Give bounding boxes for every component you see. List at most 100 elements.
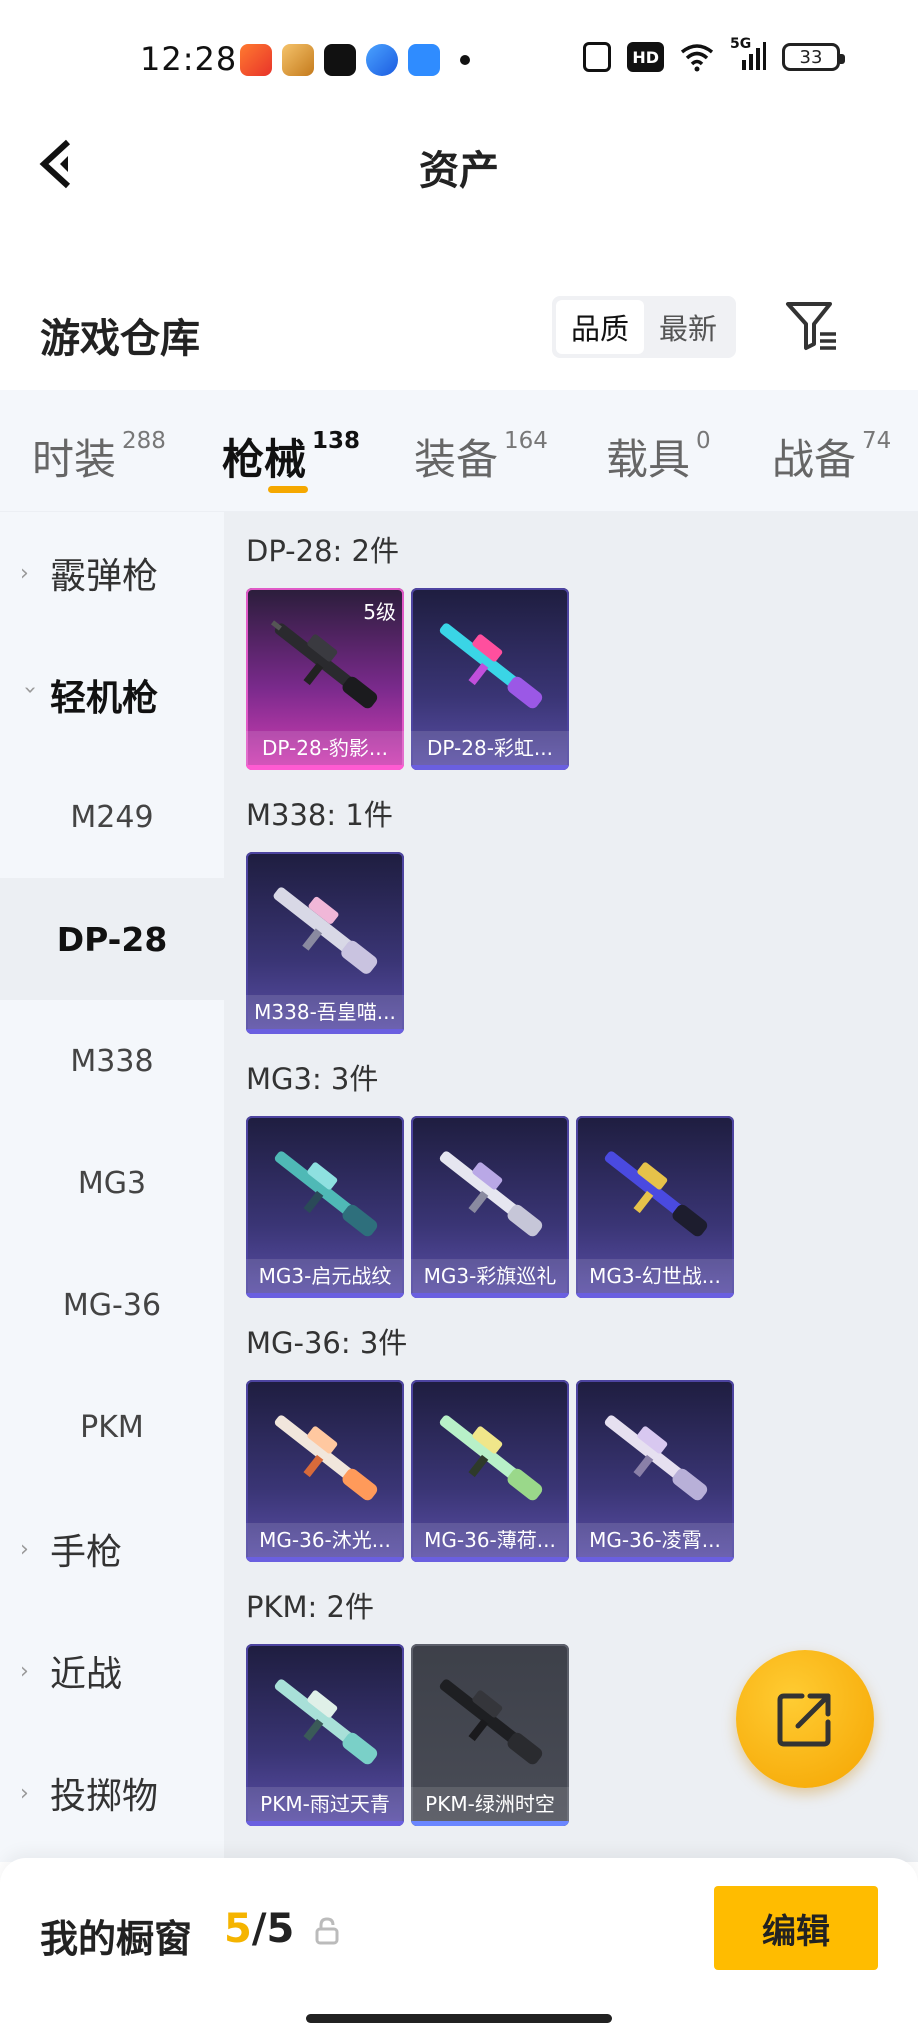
skin-name: DP-28-彩虹...: [411, 731, 569, 765]
sidebar-item-label: 近战: [50, 1654, 123, 1695]
showcase-label: 我的橱窗: [40, 1917, 193, 1961]
showcase-bar: 我的橱窗 5/5 编辑: [0, 1858, 918, 2040]
sidebar-item-pkm[interactable]: PKM: [0, 1366, 224, 1488]
rifle-icon: [274, 1415, 378, 1501]
nfc-icon: [583, 42, 612, 72]
tab-skins[interactable]: 时装 288: [32, 426, 166, 487]
rifle-icon: [439, 1415, 543, 1501]
skin-name: MG3-彩旗巡礼: [411, 1259, 569, 1293]
rifle-icon: [274, 1679, 378, 1765]
skin-card[interactable]: PKM-雨过天青: [246, 1644, 404, 1826]
group-title-pkm: PKM: 2件: [246, 1590, 374, 1624]
showcase-current: 5: [224, 1906, 252, 1952]
sidebar-item-label: 轻机枪: [50, 678, 159, 719]
share-export-icon: [777, 1693, 831, 1747]
page-title: 资产: [419, 148, 499, 194]
home-indicator[interactable]: [306, 2014, 612, 2023]
chat-app-icon: [366, 44, 398, 76]
rifle-icon: [604, 1151, 708, 1237]
skin-name: MG-36-凌霄...: [576, 1523, 734, 1557]
skin-card[interactable]: MG-36-凌霄...: [576, 1380, 734, 1562]
chevron-right-icon: ›: [20, 1536, 29, 1562]
sidebar-item-dp28[interactable]: DP-28: [0, 878, 224, 1000]
sidebar-item-mg3[interactable]: MG3: [0, 1122, 224, 1244]
sidebar-item-mg36[interactable]: MG-36: [0, 1244, 224, 1366]
tab-count: 138: [312, 428, 361, 454]
skin-card[interactable]: 5级 DP-28-豹影...: [246, 588, 404, 770]
game-app-icon: [240, 44, 272, 76]
rarity-bar: [576, 1557, 734, 1562]
wifi-icon: [680, 44, 714, 72]
warehouse-header: 游戏仓库 品质 最新: [0, 290, 918, 380]
skin-name: PKM-绿洲时空: [411, 1787, 569, 1821]
rarity-bar: [411, 1821, 569, 1826]
group-title-m338: M338: 1件: [246, 798, 393, 832]
notification-dot-icon: [460, 55, 470, 65]
skin-card[interactable]: MG3-幻世战...: [576, 1116, 734, 1298]
skin-card[interactable]: DP-28-彩虹...: [411, 588, 569, 770]
battery-icon: 33: [782, 43, 845, 71]
rarity-bar: [246, 1557, 404, 1562]
tab-vehicles[interactable]: 载具 0: [606, 426, 711, 487]
warehouse-title: 游戏仓库: [40, 316, 200, 362]
sort-newest-button[interactable]: 最新: [644, 300, 732, 354]
files-app-icon: [408, 44, 440, 76]
skin-card[interactable]: MG-36-薄荷...: [411, 1380, 569, 1562]
sidebar-item-label: M249: [70, 799, 154, 835]
status-indicators: HD 5G 33: [583, 36, 845, 72]
signal-icon: 5G: [730, 36, 766, 72]
rifle-icon: [274, 1151, 378, 1237]
sidebar-item-shotgun[interactable]: › 霰弹枪: [0, 512, 224, 634]
chevron-down-icon: ›: [17, 685, 43, 694]
share-button[interactable]: [736, 1650, 874, 1788]
sort-quality-button[interactable]: 品质: [556, 300, 644, 354]
rifle-icon: [273, 887, 378, 974]
edit-button[interactable]: 编辑: [714, 1886, 878, 1970]
tab-label: 枪械: [222, 435, 307, 484]
tab-label: 装备: [414, 435, 499, 484]
rarity-bar: [246, 1029, 404, 1034]
skin-card[interactable]: MG3-彩旗巡礼: [411, 1116, 569, 1298]
tab-guns[interactable]: 枪械 138: [222, 426, 360, 487]
filter-icon[interactable]: [784, 298, 840, 354]
rifle-icon: [439, 1679, 543, 1765]
rarity-bar: [576, 1293, 734, 1298]
skin-card[interactable]: PKM-绿洲时空: [411, 1644, 569, 1826]
sidebar-item-lmg[interactable]: › 轻机枪: [0, 634, 224, 756]
status-bar: 12:28 HD 5G 33: [0, 0, 918, 120]
showcase-count: 5/5: [224, 1906, 294, 1952]
network-type: 5G: [730, 36, 752, 52]
rarity-bar: [411, 1557, 569, 1562]
tab-count: 0: [696, 428, 711, 454]
tab-equipment[interactable]: 装备 164: [414, 426, 548, 487]
lock-icon: [315, 1917, 339, 1945]
rarity-bar: [246, 765, 404, 770]
group-title-mg36: MG-36: 3件: [246, 1326, 408, 1360]
item-level-badge: 5级: [363, 600, 396, 624]
skin-name: M338-吾皇喵...: [246, 995, 404, 1029]
rifle-icon: [604, 1415, 708, 1501]
weapon-category-sidebar: › 霰弹枪 › 轻机枪 M249 DP-28 M338 MG3 MG-36 PK…: [0, 512, 224, 1862]
chevron-right-icon: ›: [20, 560, 29, 586]
chevron-right-icon: ›: [20, 1658, 29, 1684]
sidebar-item-m338[interactable]: M338: [0, 1000, 224, 1122]
app-header: 资产: [0, 120, 918, 210]
tab-supplies[interactable]: 战备 74: [772, 426, 891, 487]
sidebar-item-m249[interactable]: M249: [0, 756, 224, 878]
group-title-dp28: DP-28: 2件: [246, 534, 399, 568]
skin-card[interactable]: M338-吾皇喵...: [246, 852, 404, 1034]
sidebar-item-melee[interactable]: › 近战: [0, 1610, 224, 1732]
rifle-icon: [439, 1151, 543, 1237]
hd-icon: HD: [627, 42, 664, 72]
skin-name: MG-36-薄荷...: [411, 1523, 569, 1557]
rarity-bar: [246, 1821, 404, 1826]
battery-level: 33: [799, 46, 823, 68]
tab-count: 74: [862, 428, 892, 454]
skin-card[interactable]: MG-36-沐光...: [246, 1380, 404, 1562]
sidebar-item-throwables[interactable]: › 投掷物: [0, 1732, 224, 1854]
sidebar-item-pistol[interactable]: › 手枪: [0, 1488, 224, 1610]
sidebar-item-label: 投掷物: [50, 1776, 159, 1817]
skin-card[interactable]: MG3-启元战纹: [246, 1116, 404, 1298]
skin-name: MG-36-沐光...: [246, 1523, 404, 1557]
active-tab-indicator: [268, 486, 308, 493]
